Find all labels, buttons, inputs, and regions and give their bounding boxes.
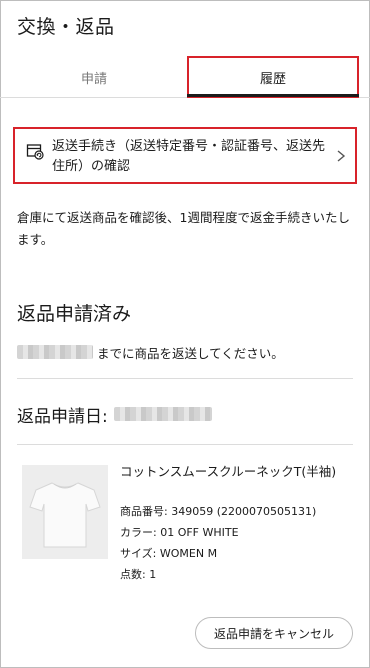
application-date-label: 返品申請日: — [17, 406, 108, 427]
divider — [17, 378, 353, 379]
product-name: コットンスムースクルーネックT(半袖) — [120, 464, 337, 479]
chevron-right-icon — [337, 150, 346, 162]
status-title: 返品申請済み — [17, 303, 132, 325]
tab-bar: 申請 履歴 — [0, 56, 370, 98]
screen-frame — [0, 0, 370, 668]
refund-notice: 倉庫にて返送商品を確認後、1週間程度で返金手続きいたします。 — [17, 210, 350, 247]
product-size: サイズ: WOMEN M — [120, 547, 218, 560]
cancel-return-button[interactable]: 返品申請をキャンセル — [195, 617, 353, 649]
return-procedure-text: 返送手続き（返送特定番号・認証番号、返送先住所）の確認 — [52, 139, 326, 174]
deadline-date-redacted — [17, 345, 93, 359]
product-image — [22, 465, 108, 559]
page-title: 交換・返品 — [17, 16, 115, 38]
product-number: 商品番号: 349059 (2200070505131) — [120, 505, 317, 518]
tab-apply[interactable]: 申請 — [8, 56, 180, 98]
box-return-icon — [26, 144, 44, 160]
deadline-text: までに商品を返送してください。 — [97, 345, 284, 361]
tab-history[interactable]: 履歴 — [187, 56, 359, 98]
return-procedure-link[interactable]: 返送手続き（返送特定番号・認証番号、返送先住所）の確認 — [13, 127, 357, 184]
divider — [17, 444, 353, 445]
product-quantity: 点数: 1 — [120, 568, 157, 581]
application-date-row: 返品申請日: — [17, 402, 212, 427]
return-deadline-row: までに商品を返送してください。 — [17, 343, 284, 361]
application-date-redacted — [113, 407, 212, 421]
active-tab-indicator — [187, 94, 359, 97]
product-color: カラー: 01 OFF WHITE — [120, 526, 239, 539]
